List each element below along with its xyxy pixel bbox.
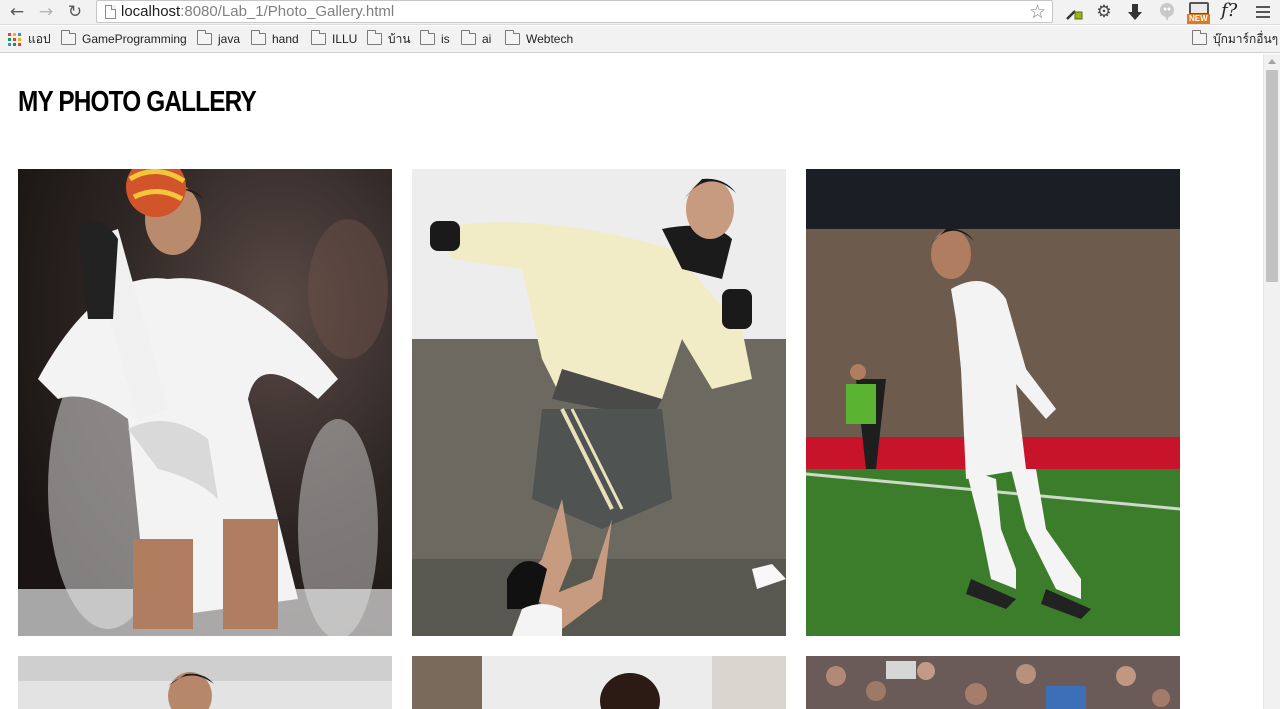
bookmark-folder-java[interactable]: java: [197, 30, 240, 48]
bookmark-label: hand: [272, 32, 299, 46]
bookmark-folder-is[interactable]: is: [420, 30, 450, 48]
folder-icon: [420, 30, 435, 45]
bookmark-folder-other[interactable]: บุ๊กมาร์กอื่นๆ: [1192, 30, 1278, 48]
bookmark-folder-webtech[interactable]: Webtech: [505, 30, 573, 48]
new-badge-icon[interactable]: NEW: [1187, 1, 1213, 25]
bookmark-label: java: [218, 32, 241, 46]
gallery-photo-3[interactable]: [806, 169, 1180, 636]
bookmark-folder-hand[interactable]: hand: [251, 30, 299, 48]
url-path: :8080/Lab_1/Photo_Gallery.html: [180, 3, 395, 20]
bookmark-label: GameProgramming: [82, 32, 187, 46]
reload-icon[interactable]: ↻: [64, 1, 86, 23]
download-icon[interactable]: [1124, 1, 1146, 23]
folder-icon: [311, 30, 326, 45]
bookmark-label: แอป: [28, 31, 51, 46]
gallery-photo-4[interactable]: [18, 656, 392, 709]
balloon-icon[interactable]: [1156, 1, 1178, 23]
bookmark-label: Webtech: [526, 32, 574, 46]
apps-grid-icon: [8, 32, 21, 46]
bookmarks-bar: แอป GameProgramming java hand ILLU บ้าน …: [0, 26, 1280, 53]
bookmark-apps[interactable]: แอป: [8, 30, 51, 48]
bookmark-folder-ai[interactable]: ai: [461, 30, 491, 48]
new-badge: NEW: [1187, 14, 1210, 24]
bookmark-label: บ้าน: [388, 31, 411, 46]
folder-icon: [61, 30, 76, 45]
eyedropper-icon[interactable]: [1063, 1, 1085, 23]
gallery-photo-2[interactable]: [412, 169, 786, 636]
bookmark-label: ILLU: [332, 32, 358, 46]
browser-toolbar: ← → ↻ localhost:8080/Lab_1/Photo_Gallery…: [0, 0, 1280, 25]
folder-icon: [197, 30, 212, 45]
bookmark-folder-illu[interactable]: ILLU: [311, 30, 357, 48]
folder-icon: [251, 30, 266, 45]
url-text[interactable]: localhost:8080/Lab_1/Photo_Gallery.html: [121, 3, 394, 21]
photo-1-image: [18, 169, 392, 636]
photo-3-image: [806, 169, 1180, 636]
photo-5-image: [412, 656, 786, 709]
gallery-photo-1[interactable]: [18, 169, 392, 636]
fx-icon[interactable]: f?: [1221, 0, 1237, 21]
photo-6-image: [806, 656, 1180, 709]
photo-2-image: [412, 169, 786, 636]
page-title: MY PHOTO GALLERY: [18, 86, 257, 118]
bookmark-star-icon[interactable]: ☆: [1029, 1, 1046, 23]
page-scrollbar[interactable]: [1263, 54, 1280, 709]
forward-arrow-icon[interactable]: →: [35, 1, 57, 23]
photo-4-image: [18, 656, 392, 709]
url-host: localhost: [121, 3, 181, 20]
folder-icon: [505, 30, 520, 45]
chrome-menu-icon[interactable]: [1256, 5, 1270, 19]
bookmark-folder-gameprogramming[interactable]: GameProgramming: [61, 30, 187, 48]
folder-icon: [367, 30, 382, 45]
bookmark-label: ai: [482, 32, 492, 46]
address-bar[interactable]: localhost:8080/Lab_1/Photo_Gallery.html …: [96, 0, 1053, 23]
bookmark-label: is: [441, 32, 450, 46]
settings-gear-icon[interactable]: ⚙: [1093, 1, 1115, 23]
back-arrow-icon[interactable]: ←: [6, 1, 28, 23]
gallery-photo-6[interactable]: [806, 656, 1180, 709]
folder-icon: [461, 30, 476, 45]
gallery-photo-5[interactable]: [412, 656, 786, 709]
bookmark-label: บุ๊กมาร์กอื่นๆ: [1213, 31, 1279, 46]
folder-icon: [1192, 30, 1207, 45]
bookmark-folder-home[interactable]: บ้าน: [367, 30, 411, 48]
scroll-up-arrow-icon[interactable]: [1268, 59, 1276, 64]
scrollbar-thumb[interactable]: [1266, 70, 1278, 282]
page-icon: [105, 5, 116, 19]
